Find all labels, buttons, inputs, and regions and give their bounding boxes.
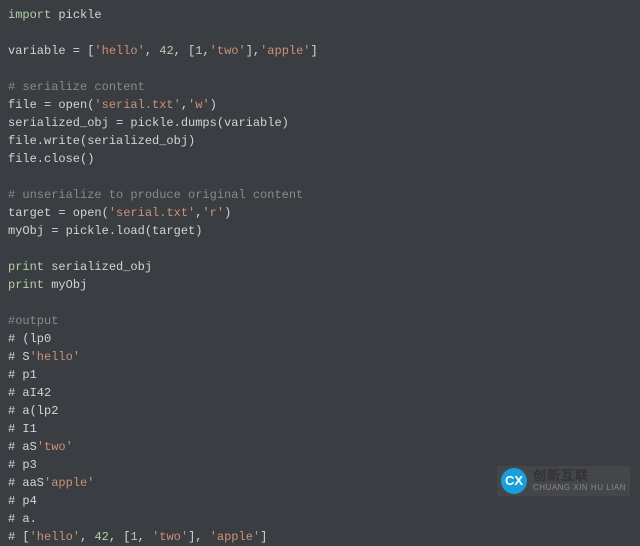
punct: ] (311, 44, 318, 58)
watermark-logo: CX 创新互联 CHUANG XIN HU LIAN (497, 466, 630, 496)
code-line: file = open('serial.txt','w') (8, 96, 632, 114)
punct: ) (210, 98, 217, 112)
module-name: pickle (51, 8, 101, 22)
code-line: import pickle (8, 6, 632, 24)
output-line: # a(lp2 (8, 402, 632, 420)
string-literal: 'two' (152, 530, 188, 544)
punct: ) (224, 206, 231, 220)
code-line: target = open('serial.txt','r') (8, 204, 632, 222)
code-line: file.write(serialized_obj) (8, 132, 632, 150)
punct: , [ (174, 44, 196, 58)
blank-line (8, 60, 632, 78)
punct: , (181, 98, 188, 112)
keyword-import: import (8, 8, 51, 22)
statement: target = open( (8, 206, 109, 220)
statement: file = open( (8, 98, 94, 112)
number-literal: 42 (94, 530, 108, 544)
string-literal: 'apple' (44, 476, 94, 490)
output-line: # I1 (8, 420, 632, 438)
output-line: # p1 (8, 366, 632, 384)
punct: , [ (109, 530, 131, 544)
output-line: # a. (8, 510, 632, 528)
string-literal: 'w' (188, 98, 210, 112)
output-prefix: # S (8, 350, 30, 364)
identifier: serialized_obj (44, 260, 152, 274)
assignment: variable = [ (8, 44, 94, 58)
comment-output-header: #output (8, 312, 632, 330)
keyword-print: print (8, 260, 44, 274)
punct: , (202, 44, 209, 58)
string-literal: 'apple' (210, 530, 260, 544)
number-literal: 1 (130, 530, 137, 544)
string-literal: 'hello' (30, 530, 80, 544)
punct: ], (246, 44, 260, 58)
code-line: print serialized_obj (8, 258, 632, 276)
punct: ] (260, 530, 267, 544)
string-literal: 'hello' (30, 350, 80, 364)
code-line: myObj = pickle.load(target) (8, 222, 632, 240)
punct: , (80, 530, 94, 544)
blank-line (8, 168, 632, 186)
logo-badge-icon: CX (501, 468, 527, 494)
string-literal: 'serial.txt' (94, 98, 180, 112)
string-literal: 'r' (202, 206, 224, 220)
output-line: # S'hello' (8, 348, 632, 366)
comment-line: # unserialize to produce original conten… (8, 186, 632, 204)
string-literal: 'hello' (94, 44, 144, 58)
code-line: print myObj (8, 276, 632, 294)
code-line: file.close() (8, 150, 632, 168)
logo-text: 创新互联 CHUANG XIN HU LIAN (533, 469, 626, 492)
output-line: # aS'two' (8, 438, 632, 456)
punct: ], (188, 530, 210, 544)
punct: , (138, 530, 152, 544)
output-prefix: # aaS (8, 476, 44, 490)
string-literal: 'two' (37, 440, 73, 454)
logo-cn-text: 创新互联 (533, 469, 626, 483)
identifier: myObj (44, 278, 87, 292)
string-literal: 'serial.txt' (109, 206, 195, 220)
logo-en-text: CHUANG XIN HU LIAN (533, 484, 626, 493)
code-line: variable = ['hello', 42, [1,'two'],'appl… (8, 42, 632, 60)
output-prefix: # [ (8, 530, 30, 544)
punct: , (145, 44, 159, 58)
blank-line (8, 240, 632, 258)
code-line: serialized_obj = pickle.dumps(variable) (8, 114, 632, 132)
keyword-print: print (8, 278, 44, 292)
number-literal: 42 (159, 44, 173, 58)
output-line: # aI42 (8, 384, 632, 402)
blank-line (8, 24, 632, 42)
string-literal: 'two' (210, 44, 246, 58)
code-snippet: import pickle variable = ['hello', 42, [… (8, 6, 632, 546)
output-prefix: # aS (8, 440, 37, 454)
blank-line (8, 294, 632, 312)
output-line: # ['hello', 42, [1, 'two'], 'apple'] (8, 528, 632, 546)
string-literal: 'apple' (260, 44, 310, 58)
comment-line: # serialize content (8, 78, 632, 96)
output-line: # (lp0 (8, 330, 632, 348)
